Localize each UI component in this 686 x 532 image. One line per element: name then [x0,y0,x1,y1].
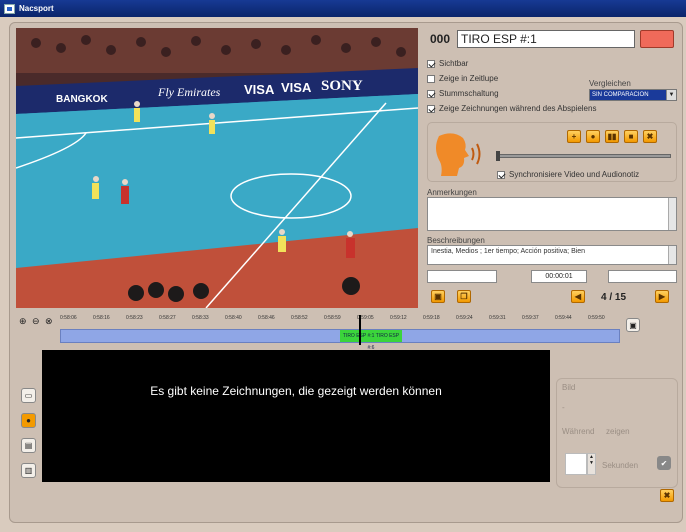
camera-icon[interactable]: ● [21,413,36,428]
sync-audio-label: Synchronisiere Video und Audionotiz [509,170,640,179]
descriptions-value: Inestia, Medios ; 1er tiempo; Acción pos… [431,248,586,255]
clip-counter: 000 [430,32,451,46]
record-icon[interactable]: ● [586,130,600,143]
start-time-field[interactable] [427,270,497,283]
timeline-tick: 0:59:44 [555,315,572,321]
save-icon[interactable]: ▣ [431,290,445,303]
app-icon [4,3,15,14]
zoom-out-icon[interactable]: ⊖ [32,316,40,327]
clipboard-icon[interactable]: ▥ [21,463,36,478]
banner-4: VISA [281,80,312,95]
option-slowmo-label: Zeige in Zeitlupe [439,74,499,83]
option-slowmo[interactable]: Zeige in Zeitlupe [427,74,498,83]
seconds-label: Sekunden [602,461,639,470]
next-clip-button[interactable]: ▶ [655,290,669,303]
annotations-scrollbar[interactable] [668,198,676,230]
duration-label: Während [562,427,595,436]
checkbox-sync-audio[interactable] [497,170,505,179]
timeline-tick: 0:58:33 [192,315,209,321]
compare-label: Vergleichen [589,79,631,88]
save-drawing-icon[interactable]: ▭ [21,388,36,403]
film-icon[interactable]: ▤ [21,438,36,453]
delete-audio-icon[interactable]: ✖ [643,130,657,143]
pause-icon[interactable]: ▮▮ [605,130,619,143]
checkbox-visible[interactable] [427,59,435,68]
checkbox-mute[interactable] [427,89,435,98]
timeline-ruler: 0:58:06 0:58:16 0:58:23 0:58:27 0:58:33 … [60,315,620,327]
timeline-tick: 0:58:59 [324,315,341,321]
option-show-drawings[interactable]: Zeige Zeichnungen während des Abspielens [427,104,596,113]
bild-dash: - [562,403,565,412]
audio-progress-handle[interactable] [496,151,500,161]
timeline-tick: 0:59:12 [390,315,407,321]
video-frame: BANGKOK Fly Emirates VISA VISA SONY [16,28,418,308]
timeline-tick: 0:59:50 [588,315,605,321]
add-audio-note-button[interactable]: + [567,130,581,143]
timeline-playhead[interactable] [359,315,361,345]
speaking-head-icon [436,133,481,176]
timeline-clip[interactable]: TIRO ESP #:1 TIRO ESP #:6 [340,330,402,351]
timeline-tick: 0:58:46 [258,315,275,321]
clip-name-field[interactable]: TIRO ESP #:1 [457,30,635,48]
descriptions-scrollbar[interactable] [668,246,676,264]
timeline-tick: 0:58:27 [159,315,176,321]
confirm-check-icon[interactable]: ✔ [657,456,671,470]
chevron-down-icon[interactable]: ▼ [666,90,676,100]
copy-icon[interactable]: ❐ [457,290,471,303]
option-show-drawings-label: Zeige Zeichnungen während des Abspielens [439,104,597,113]
timeline-tick: 0:58:52 [291,315,308,321]
timeline-tick: 0:59:24 [456,315,473,321]
banner-5: SONY [321,78,363,94]
compare-select[interactable]: SIN COMPARACION ▼ [589,89,677,101]
option-visible[interactable]: Sichtbar [427,59,468,68]
timeline-tick: 0:59:37 [522,315,539,321]
title-bar: Nacsport [0,0,686,17]
descriptions-field[interactable]: Inestia, Medios ; 1er tiempo; Acción pos… [427,245,677,265]
timeline-tick: 0:58:23 [126,315,143,321]
stop-icon[interactable]: ■ [624,130,638,143]
drawing-canvas[interactable]: Es gibt keine Zeichnungen, die gezeigt w… [42,350,550,482]
timeline-save-icon[interactable]: ▣ [626,318,640,332]
audio-progress-track[interactable] [497,154,671,158]
seconds-stepper[interactable]: ▲ ▼ [587,453,596,475]
sync-audio-option[interactable]: Synchronisiere Video und Audionotiz [497,170,639,179]
option-mute[interactable]: Stummschaltung [427,89,499,98]
checkbox-show-drawings[interactable] [427,104,435,113]
end-time-field[interactable] [608,270,677,283]
option-visible-label: Sichtbar [439,59,469,68]
close-icon[interactable]: ✖ [660,489,674,502]
checkbox-slowmo[interactable] [427,74,435,83]
app-window: Nacsport BANGKOK Fly Emirates VISA VISA … [0,0,686,532]
compare-selected: SIN COMPARACION [590,90,666,100]
timeline-tick: 0:58:40 [225,315,242,321]
seconds-input[interactable] [565,453,587,475]
option-mute-label: Stummschaltung [439,89,499,98]
zoom-in-icon[interactable]: ⊕ [19,316,27,327]
timeline-tick: 0:58:16 [93,315,110,321]
timeline-tick: 0:58:06 [60,315,77,321]
banner-3: VISA [244,82,275,97]
banner-1: BANGKOK [56,94,108,105]
clip-position: 4 / 15 [601,292,627,303]
annotations-label: Anmerkungen [427,188,477,197]
window-title: Nacsport [19,4,54,13]
timecode-field[interactable]: 00:00:01 [531,270,587,283]
descriptions-label: Beschreibungen [427,236,485,245]
annotations-field[interactable] [427,197,677,231]
timeline-tick: 0:59:31 [489,315,506,321]
zeigen-label: zeigen [606,427,630,436]
empty-drawings-message: Es gibt keine Zeichnungen, die gezeigt w… [150,384,442,398]
previous-clip-button[interactable]: ◀ [571,290,585,303]
video-player[interactable]: BANGKOK Fly Emirates VISA VISA SONY [16,28,418,308]
bild-label: Bild [562,383,576,392]
zoom-fit-icon[interactable]: ⊗ [45,316,53,327]
banner-2: Fly Emirates [157,85,221,99]
clip-color-swatch[interactable] [640,30,674,48]
timeline-tick: 0:59:18 [423,315,440,321]
